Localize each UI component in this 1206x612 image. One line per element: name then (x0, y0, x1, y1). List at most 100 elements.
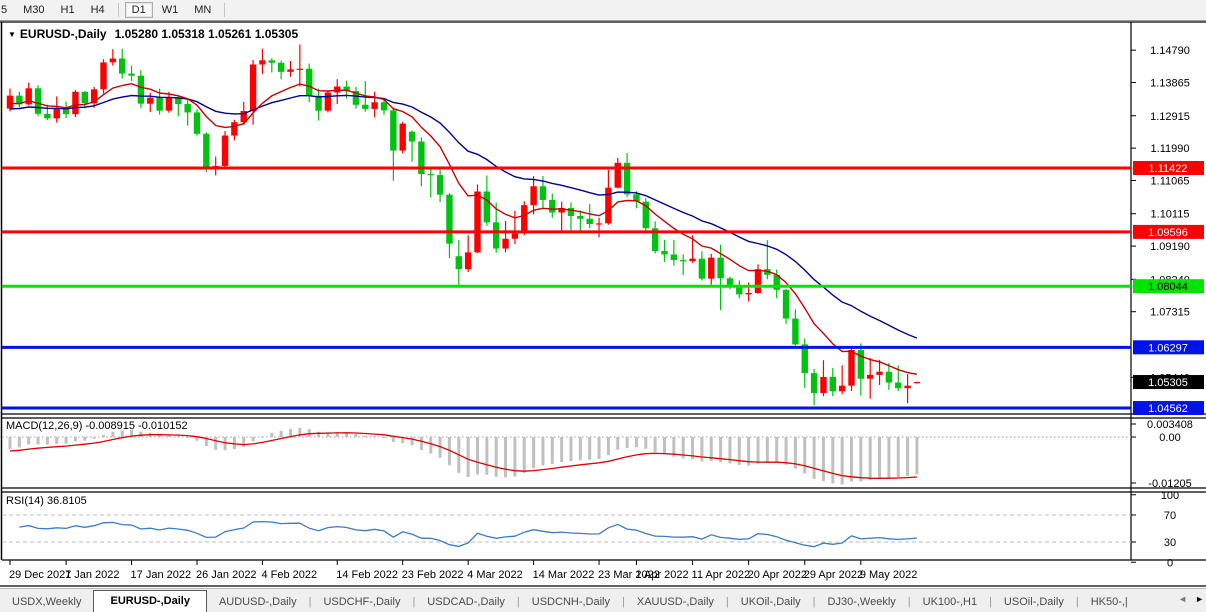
macd-bar (766, 437, 769, 463)
chart-tab-dj30-weekly[interactable]: DJ30-,Weekly (816, 592, 908, 612)
macd-bar (906, 437, 909, 476)
candle-body (194, 112, 200, 133)
macd-bar (186, 437, 189, 438)
candle-body (381, 102, 387, 110)
macd-bar (354, 434, 357, 437)
axis-label: 29 Apr 2022 (804, 569, 863, 581)
macd-bar (467, 437, 470, 477)
chart-tab-usdchf-daily[interactable]: USDCHF-,Daily (311, 592, 412, 612)
axis-label: 1.11065 (1151, 175, 1190, 187)
chart-tab-uk100-h1[interactable]: UK100-,H1 (911, 592, 989, 612)
chart-tab-bar: USDX,WeeklyEURUSD-,DailyAUDUSD-,Daily|US… (0, 588, 1206, 612)
candle-body (820, 377, 826, 393)
macd-bar (224, 437, 227, 450)
chart-title: ▼EURUSD-,Daily1.05280 1.05318 1.05261 1.… (8, 27, 298, 41)
candle-body (166, 98, 172, 111)
candle-body (371, 102, 377, 109)
candle-body (184, 104, 190, 112)
tab-scroll-left-icon[interactable]: ◄ (1178, 594, 1187, 604)
macd-bar (532, 437, 535, 468)
candle-body (7, 96, 13, 109)
chart-title-symbol: EURUSD-,Daily (20, 27, 107, 41)
support-resistance-lines[interactable] (2, 168, 1131, 408)
macd-bar (18, 437, 21, 447)
macd-bar (663, 437, 666, 454)
macd-bar (635, 437, 638, 447)
macd-bar (541, 437, 544, 465)
candle-body (521, 205, 527, 233)
chart-tab-ukoil-daily[interactable]: UKOil-,Daily (729, 592, 813, 612)
candle-body (596, 223, 602, 224)
macd-bar (803, 437, 806, 473)
axis-label: 1.08044 (1148, 281, 1188, 293)
candle-body (110, 59, 116, 63)
candle-body (502, 239, 508, 249)
macd-bar (233, 437, 236, 449)
axis-label: 70 (1164, 510, 1176, 522)
candle-body (540, 186, 546, 200)
macd-bar (383, 437, 386, 438)
chart-tab-hk50[interactable]: HK50-,| (1079, 592, 1140, 612)
chart-tab-usoil-daily[interactable]: USOil-,Daily (992, 592, 1076, 612)
macd-bar (392, 437, 395, 442)
macd-bar (317, 432, 320, 437)
macd-bar (644, 437, 647, 449)
macd-bar (850, 437, 853, 482)
macd-bar (93, 437, 96, 439)
price-axis[interactable]: 1.147901.138651.129151.119901.110651.101… (1131, 45, 1190, 384)
axis-label: 11 Apr 2022 (692, 569, 751, 581)
macd-bar (280, 431, 283, 437)
macd-bar (420, 437, 423, 450)
candle-body (811, 373, 817, 393)
chart-tab-usdx-weekly[interactable]: USDX,Weekly (0, 592, 93, 612)
candle-body (269, 60, 275, 62)
candle-body (390, 110, 396, 150)
candle-body (400, 124, 406, 151)
candle-body (792, 319, 798, 345)
candle-body (717, 258, 723, 279)
macd-bar (897, 437, 900, 477)
candle-body (568, 208, 574, 216)
chart-tab-eurusd-daily[interactable]: EURUSD-,Daily (93, 590, 206, 612)
candle-body (886, 372, 892, 383)
candle-body (904, 386, 910, 388)
macd-bar (626, 437, 629, 448)
axis-label: 14 Feb 2022 (336, 569, 398, 581)
chart-tab-usdcnh-daily[interactable]: USDCNH-,Daily (520, 592, 622, 612)
axis-label: 4 Feb 2022 (261, 569, 317, 581)
candle-body (839, 386, 845, 392)
chart-title-ohlc: 1.05280 1.05318 1.05261 1.05305 (115, 27, 299, 41)
macd-bar (485, 437, 488, 475)
macd-bar (429, 437, 432, 454)
candle-body (914, 382, 920, 383)
candle-body (512, 234, 518, 239)
chart-tab-usdcad-daily[interactable]: USDCAD-,Daily (415, 592, 517, 612)
axis-label: 30 (1164, 537, 1176, 549)
candle-body (848, 350, 854, 386)
chart-tab-audusd-daily[interactable]: AUDUSD-,Daily (207, 592, 309, 612)
axis-label: 1.04562 (1148, 403, 1188, 415)
candle-body (708, 258, 714, 279)
macd-bar (65, 437, 68, 444)
rsi-indicator-label: RSI(14) 36.8105 (6, 495, 87, 507)
macd-bar (504, 437, 507, 477)
macd-indicator-label: MACD(12,26,9) -0.008915 -0.010152 (6, 420, 188, 432)
candle-body (35, 88, 41, 114)
date-axis[interactable]: 29 Dec 20217 Jan 202217 Jan 202226 Jan 2… (9, 560, 917, 581)
candle-body (549, 200, 555, 213)
chart-tab-xauusd-daily[interactable]: XAUUSD-,Daily (625, 592, 726, 612)
axis-label: 1.07315 (1150, 307, 1190, 319)
macd-bar (242, 437, 245, 447)
macd-bar (252, 437, 255, 441)
axis-label: 0.00 (1159, 432, 1180, 444)
candle-body (699, 259, 705, 279)
chart-canvas[interactable]: 1.147901.138651.129151.119901.110651.101… (0, 0, 1206, 612)
macd-bar (37, 437, 40, 444)
panel-borders (0, 22, 1206, 586)
macd-bar (785, 437, 788, 465)
candle-body (456, 256, 462, 269)
macd-bar (523, 437, 526, 473)
axis-label: 20 Apr 2022 (748, 569, 807, 581)
candle-body (577, 216, 583, 219)
tab-scroll-right-icon[interactable]: ► (1195, 594, 1204, 604)
